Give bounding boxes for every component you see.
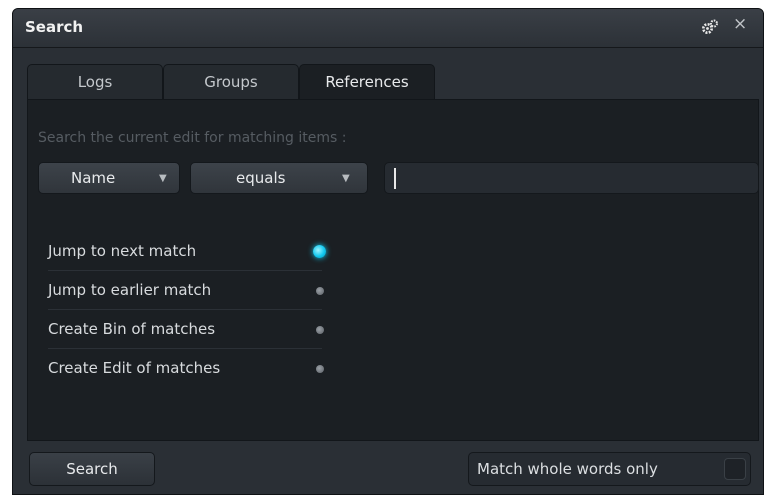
tab-logs[interactable]: Logs [27, 64, 163, 100]
radio-selected-icon[interactable] [313, 245, 326, 258]
match-whole-words-label: Match whole words only [477, 460, 658, 478]
option-create-edit-of-matches[interactable]: Create Edit of matches [48, 349, 324, 388]
operator-dropdown-value: equals [236, 169, 286, 187]
references-panel: Search the current edit for matching ite… [27, 99, 759, 441]
option-jump-to-earlier-match[interactable]: Jump to earlier match [48, 271, 324, 310]
tab-references[interactable]: References [299, 64, 435, 100]
operator-dropdown[interactable]: equals ▼ [190, 162, 368, 194]
chevron-down-icon: ▼ [342, 173, 350, 184]
option-create-bin-of-matches[interactable]: Create Bin of matches [48, 310, 324, 349]
search-hint: Search the current edit for matching ite… [38, 130, 347, 146]
option-label: Jump to next match [48, 242, 197, 260]
option-jump-to-next-match[interactable]: Jump to next match [48, 232, 326, 271]
close-icon[interactable]: × [733, 16, 747, 33]
radio-unselected-icon[interactable] [316, 365, 324, 373]
option-label: Create Bin of matches [48, 320, 216, 338]
window-title: Search [25, 18, 84, 36]
field-dropdown-value: Name [71, 169, 116, 187]
text-caret [394, 168, 396, 189]
option-label: Jump to earlier match [48, 281, 212, 299]
title-bar[interactable]: Search × [13, 9, 763, 48]
search-window: Search × Logs Groups References Search t… [12, 8, 764, 495]
chevron-down-icon: ▼ [159, 173, 167, 184]
field-dropdown[interactable]: Name ▼ [38, 162, 180, 194]
search-query-input[interactable] [384, 162, 759, 194]
radio-unselected-icon[interactable] [316, 287, 324, 295]
search-button[interactable]: Search [29, 452, 155, 486]
radio-unselected-icon[interactable] [316, 326, 324, 334]
tab-groups[interactable]: Groups [163, 64, 299, 100]
gear-icon[interactable] [701, 19, 719, 38]
match-whole-words-toggle[interactable]: Match whole words only [468, 452, 751, 486]
match-whole-words-checkbox[interactable] [724, 458, 746, 480]
option-label: Create Edit of matches [48, 359, 221, 377]
